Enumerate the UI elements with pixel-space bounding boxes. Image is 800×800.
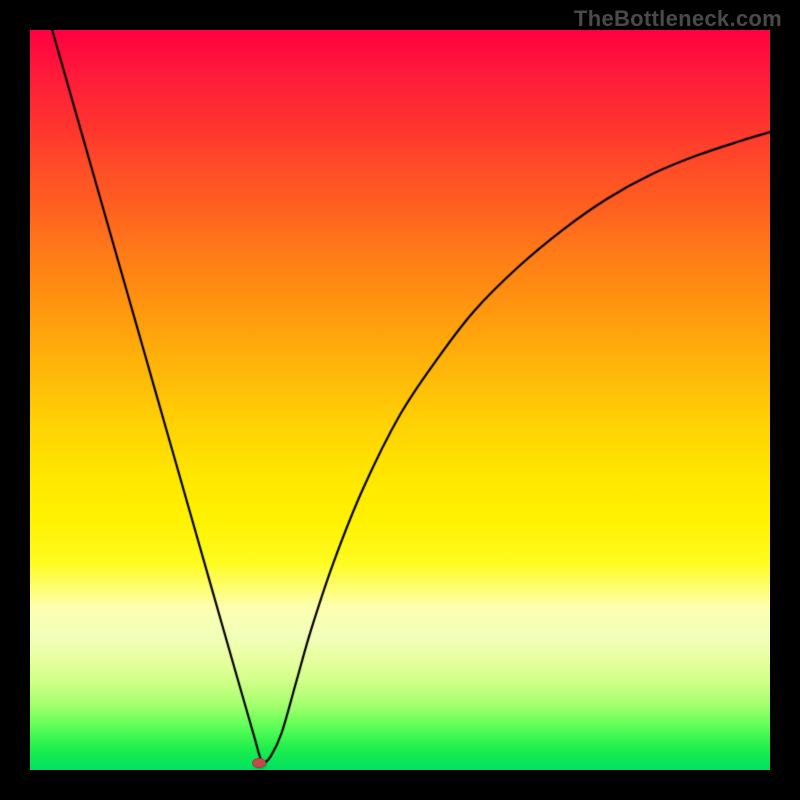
curve-layer (30, 30, 770, 770)
chart-frame: TheBottleneck.com (0, 0, 800, 800)
min-point-marker (252, 758, 266, 768)
watermark-text: TheBottleneck.com (574, 6, 782, 32)
